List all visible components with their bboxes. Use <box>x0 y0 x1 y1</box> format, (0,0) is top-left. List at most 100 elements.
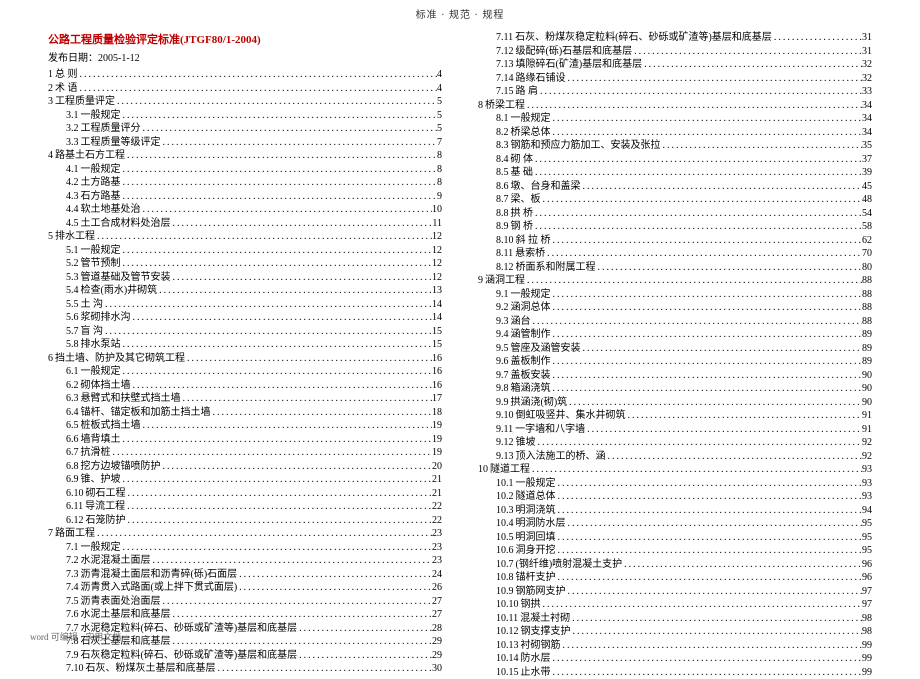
toc-page: 31 <box>862 45 872 59</box>
toc-leader <box>141 122 438 136</box>
toc-leader <box>121 541 433 555</box>
toc-number: 7.2 <box>66 554 79 568</box>
toc-number: 3.1 <box>66 109 79 123</box>
toc-page: 99 <box>862 639 872 653</box>
toc-row: 7.11石灰、粉煤灰稳定粒料(碎石、砂砾或矿渣等)基层和底基层31 <box>478 31 872 45</box>
toc-leader <box>181 392 433 406</box>
toc-label: 路基土石方工程 <box>53 149 125 163</box>
toc-page: 93 <box>862 477 872 491</box>
toc-leader <box>297 622 432 636</box>
toc-label: 防水层 <box>519 652 551 666</box>
toc-label: 盲 沟 <box>79 325 104 339</box>
toc-columns: 公路工程质量检验评定标准(JTGF80/1-2004) 发布日期：2005-1-… <box>0 21 920 679</box>
toc-number: 9.10 <box>496 409 514 423</box>
toc-page: 88 <box>862 274 872 288</box>
toc-row: 10.12钢支撑支护98 <box>478 625 872 639</box>
toc-label: 级配碎(砾)石基层和底基层 <box>514 45 633 59</box>
toc-number: 10.4 <box>496 517 514 531</box>
toc-row: 6.10砌石工程21 <box>48 487 442 501</box>
toc-page: 32 <box>862 58 872 72</box>
toc-page: 23 <box>432 527 442 541</box>
toc-row: 4.4软土地基处治10 <box>48 203 442 217</box>
toc-label: 石灰、粉煤灰土基层和底基层 <box>84 662 216 676</box>
toc-leader <box>121 257 433 271</box>
toc-label: 锚杆支护 <box>514 571 556 585</box>
toc-leader <box>121 109 438 123</box>
toc-label: 一般规定 <box>509 112 551 126</box>
toc-row: 8.6墩、台身和盖梁45 <box>478 180 872 194</box>
toc-page: 8 <box>437 163 442 177</box>
toc-label: 桥面系和附属工程 <box>514 261 596 275</box>
toc-row: 3.2工程质量评分5 <box>48 122 442 136</box>
toc-leader <box>556 531 863 545</box>
toc-label: 顶入法施工的桥、涵 <box>514 450 606 464</box>
toc-label: 拱涵浇(砌)筑 <box>509 396 568 410</box>
toc-label: (钢纤维)喷射混凝土支护 <box>514 558 623 572</box>
toc-leader <box>585 423 862 437</box>
toc-page: 30 <box>432 662 442 676</box>
toc-leader <box>551 126 863 140</box>
toc-number: 7.5 <box>66 595 79 609</box>
toc-number: 8.11 <box>496 247 513 261</box>
toc-number: 5.2 <box>66 257 79 271</box>
toc-row: 9.13顶入法施工的桥、涵92 <box>478 450 872 464</box>
toc-page: 5 <box>437 109 442 123</box>
toc-leader <box>151 554 433 568</box>
toc-number: 10.10 <box>496 598 519 612</box>
toc-row: 7.15路 肩33 <box>478 85 872 99</box>
toc-row: 5.5土 沟14 <box>48 298 442 312</box>
toc-label: 石灰、粉煤灰稳定粒料(碎石、砂砾或矿渣等)基层和底基层 <box>513 31 772 45</box>
toc-row: 10.15止水带99 <box>478 666 872 679</box>
toc-leader <box>121 163 438 177</box>
toc-leader <box>237 568 432 582</box>
toc-row: 5.6浆砌排水沟14 <box>48 311 442 325</box>
toc-leader <box>772 31 862 45</box>
toc-leader <box>566 517 863 531</box>
toc-leader <box>551 328 863 342</box>
toc-leader <box>622 558 862 572</box>
toc-label: 石笼防护 <box>84 514 126 528</box>
toc-label: 路缘石铺设 <box>514 72 566 86</box>
toc-row: 7.13填隙碎石(矿渣)基层和底基层 32 <box>478 58 872 72</box>
toc-number: 6.7 <box>66 446 79 460</box>
toc-page: 15 <box>432 338 442 352</box>
toc-leader <box>566 72 863 86</box>
toc-row: 9.6盖板制作89 <box>478 355 872 369</box>
toc-label: 路 肩 <box>514 85 539 99</box>
toc-page: 91 <box>862 423 872 437</box>
toc-label: 盖板制作 <box>509 355 551 369</box>
toc-number: 8.12 <box>496 261 514 275</box>
toc-number: 4.2 <box>66 176 79 190</box>
toc-number: 7.3 <box>66 568 79 582</box>
toc-row: 10.14防水层99 <box>478 652 872 666</box>
toc-row: 10.6洞身开挖95 <box>478 544 872 558</box>
toc-page: 95 <box>862 517 872 531</box>
toc-row: 3.3工程质量等级评定7 <box>48 136 442 150</box>
toc-row: 8.11悬索桥70 <box>478 247 872 261</box>
toc-leader <box>533 153 862 167</box>
toc-page: 88 <box>862 301 872 315</box>
toc-page: 13 <box>432 284 442 298</box>
toc-number: 10.7 <box>496 558 514 572</box>
toc-number: 6.1 <box>66 365 79 379</box>
toc-label: 管节预制 <box>79 257 121 271</box>
toc-row: 8桥梁工程34 <box>478 99 872 113</box>
toc-row: 7.2水泥混凝土面层23 <box>48 554 442 568</box>
toc-leader <box>606 450 863 464</box>
toc-label: 石方路基 <box>79 190 121 204</box>
toc-row: 7.4沥青贯入式路面(或上拌下贯式面层)26 <box>48 581 442 595</box>
toc-number: 7.13 <box>496 58 514 72</box>
toc-leader <box>171 217 433 231</box>
toc-page: 5 <box>437 122 442 136</box>
toc-leader <box>141 419 433 433</box>
toc-label: 一字墙和八字墙 <box>513 423 585 437</box>
toc-number: 7.12 <box>496 45 514 59</box>
toc-leader <box>141 203 433 217</box>
toc-label: 填隙碎石(矿渣)基层和底基层 <box>514 58 643 72</box>
toc-leader <box>581 180 863 194</box>
toc-page: 21 <box>432 473 442 487</box>
toc-row: 9.8箱涵浇筑90 <box>478 382 872 396</box>
toc-row: 9.3涵台88 <box>478 315 872 329</box>
toc-label: 箱涵浇筑 <box>509 382 551 396</box>
toc-number: 8.4 <box>496 153 509 167</box>
